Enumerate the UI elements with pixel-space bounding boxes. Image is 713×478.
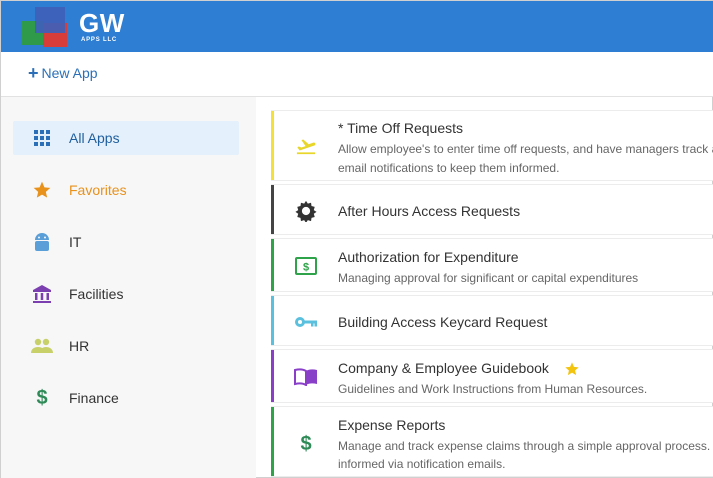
gear-icon — [293, 198, 319, 224]
action-bar: + New App — [1, 52, 713, 97]
sidebar-item-facilities[interactable]: Facilities — [13, 277, 239, 311]
book-icon — [293, 364, 319, 390]
app-card-building-access-keycard[interactable]: Building Access Keycard Request — [271, 295, 713, 346]
new-app-label: New App — [41, 65, 98, 81]
card-color-bar — [271, 350, 274, 402]
dollar-icon: $ — [300, 432, 312, 455]
key-icon — [293, 309, 319, 335]
logo-subtext: APPS LLC — [81, 37, 118, 43]
sidebar-item-label: IT — [69, 234, 82, 250]
sidebar-item-favorites[interactable]: Favorites — [13, 173, 239, 207]
logo-blue-square — [35, 7, 65, 33]
app-description: Guidelines and Work Instructions from Hu… — [338, 382, 648, 396]
app-card-expense-reports[interactable]: $ Expense Reports Manage and track expen… — [271, 406, 713, 477]
card-color-bar — [271, 296, 274, 345]
app-description: Managing approval for significant or cap… — [338, 271, 639, 285]
app-card-time-off-requests[interactable]: * Time Off Requests Allow employee's to … — [271, 110, 713, 181]
sidebar-item-label: HR — [69, 338, 90, 354]
star-icon — [31, 179, 53, 201]
sidebar-item-label: Favorites — [69, 182, 127, 198]
app-title: Authorization for Expenditure — [338, 249, 519, 265]
grid-icon — [31, 127, 53, 149]
app-card-after-hours-access[interactable]: After Hours Access Requests — [271, 184, 713, 235]
app-description: informed via notification emails. — [338, 457, 506, 471]
gw-logo-icon[interactable] — [19, 5, 75, 49]
logo-text: GW — [79, 8, 125, 38]
app-title: Building Access Keycard Request — [338, 314, 548, 330]
sidebar-item-finance[interactable]: $ Finance — [13, 381, 239, 415]
app-title: * Time Off Requests — [338, 120, 464, 136]
sidebar-item-label: All Apps — [69, 130, 120, 146]
sidebar-item-label: Finance — [69, 390, 119, 406]
favorite-star-icon[interactable] — [564, 361, 580, 377]
app-description: email notifications to keep them informe… — [338, 161, 560, 175]
app-title: Company & Employee Guidebook — [338, 360, 549, 376]
card-color-bar — [271, 239, 274, 291]
app-card-company-guidebook[interactable]: Company & Employee Guidebook Guidelines … — [271, 349, 713, 403]
app-card-authorization-expenditure[interactable]: $ Authorization for Expenditure Managing… — [271, 238, 713, 292]
app-header: GW APPS LLC — [1, 1, 713, 52]
money-bill-icon: $ — [293, 253, 319, 279]
card-color-bar — [271, 407, 274, 476]
plus-icon: + — [28, 63, 39, 83]
card-color-bar — [271, 111, 274, 180]
people-icon — [31, 335, 53, 357]
dollar-icon: $ — [36, 386, 48, 409]
category-sidebar: All Apps Favorites IT Facilities HR $ Fi… — [1, 97, 256, 478]
bank-icon — [31, 283, 53, 305]
app-description: Manage and track expense claims through … — [338, 439, 711, 453]
svg-text:$: $ — [303, 262, 309, 274]
airplane-takeoff-icon — [293, 133, 319, 159]
sidebar-item-hr[interactable]: HR — [13, 329, 239, 363]
card-color-bar — [271, 185, 274, 234]
app-description: Allow employee's to enter time off reque… — [338, 142, 713, 156]
sidebar-item-all-apps[interactable]: All Apps — [13, 121, 239, 155]
app-title: After Hours Access Requests — [338, 203, 521, 219]
app-title: Expense Reports — [338, 417, 446, 433]
sidebar-item-it[interactable]: IT — [13, 225, 239, 259]
new-app-button[interactable]: + New App — [28, 64, 98, 82]
android-icon — [31, 231, 53, 253]
sidebar-item-label: Facilities — [69, 286, 124, 302]
